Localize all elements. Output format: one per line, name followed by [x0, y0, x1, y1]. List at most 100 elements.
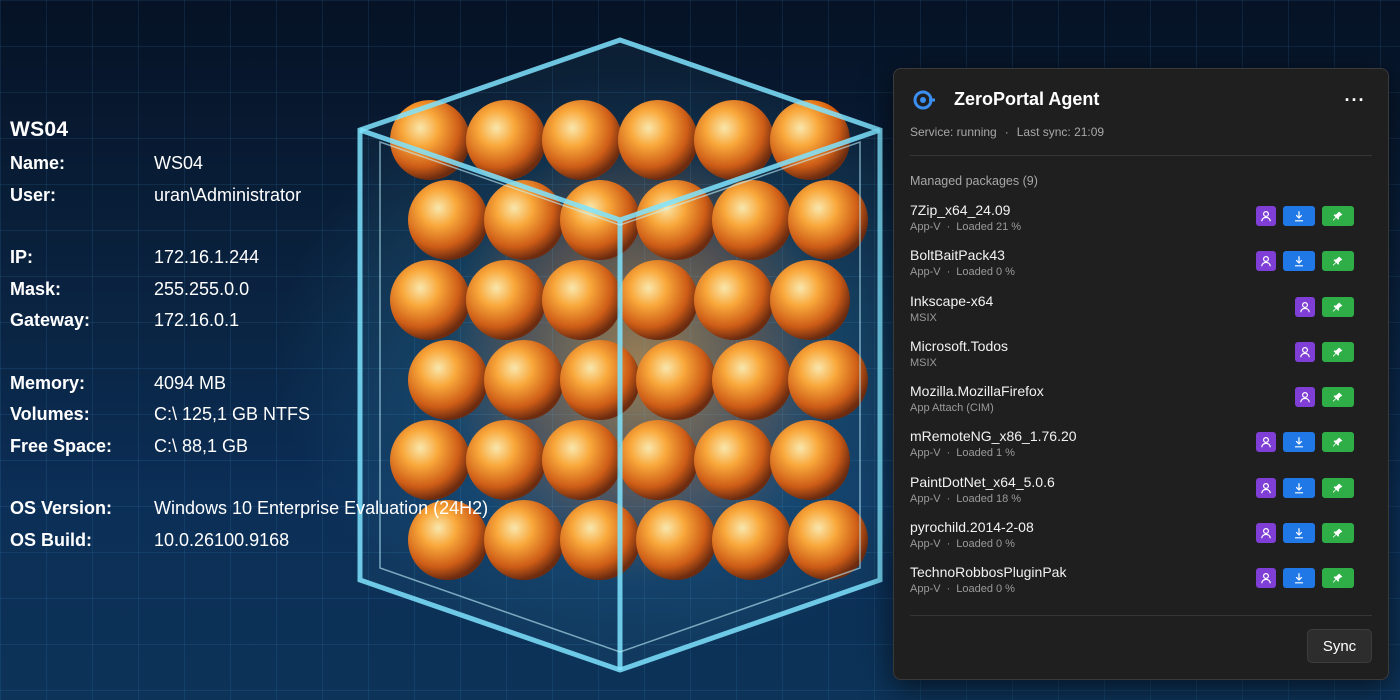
package-actions	[1256, 568, 1354, 589]
assign-user-button[interactable]	[1256, 206, 1276, 226]
package-type: MSIX	[910, 356, 937, 369]
bginfo-value: C:\ 88,1 GB	[154, 435, 249, 456]
assign-user-button[interactable]	[1256, 251, 1276, 272]
package-load-status: Loaded 0 %	[956, 538, 1015, 551]
pin-button[interactable]	[1322, 432, 1354, 453]
assign-user-button[interactable]	[1256, 523, 1276, 544]
bginfo-group-gap	[10, 211, 488, 242]
download-icon	[1295, 256, 1303, 267]
pin-icon	[1332, 573, 1343, 583]
bginfo-label: OS Build:	[10, 529, 92, 550]
bginfo-row: Free Space: C:\ 88,1 GB	[10, 431, 488, 463]
package-actions	[1295, 387, 1354, 408]
bginfo-label: OS Version:	[10, 498, 113, 519]
package-row[interactable]: Mozilla.MozillaFirefox App Attach (CIM)	[894, 377, 1388, 422]
bginfo-row: IP: 172.16.1.244	[10, 242, 488, 274]
package-row[interactable]: pyrochild.2014-2-08 App-V · Loaded 0 %	[894, 513, 1388, 558]
app-logo-icon	[913, 90, 935, 110]
assign-user-button[interactable]	[1256, 432, 1276, 453]
assign-user-button[interactable]	[1256, 477, 1276, 498]
assign-user-button[interactable]	[1256, 568, 1276, 589]
bginfo-value: WS04	[154, 153, 204, 174]
pin-button[interactable]	[1322, 477, 1354, 498]
pin-button[interactable]	[1322, 568, 1354, 589]
download-button[interactable]	[1283, 432, 1315, 453]
download-icon	[1295, 528, 1303, 539]
download-button[interactable]	[1283, 206, 1315, 226]
pin-button[interactable]	[1322, 296, 1354, 317]
pin-icon	[1332, 211, 1343, 221]
package-row[interactable]: 7Zip_x64_24.09 App-V · Loaded 21 %	[894, 196, 1388, 241]
pin-button[interactable]	[1322, 387, 1354, 408]
service-status-line: Service: running · Last sync: 21:09	[910, 125, 1104, 139]
meta-separator: ·	[946, 266, 951, 279]
footer-divider	[910, 615, 1372, 616]
zeroportal-agent-panel: ZeroPortal Agent ··· Service: running · …	[893, 68, 1389, 680]
meta-separator: ·	[946, 221, 951, 233]
package-meta: App-V · Loaded 0 %	[910, 583, 1015, 595]
bginfo-value: uran\Administrator	[154, 184, 302, 205]
assign-user-icon	[1261, 256, 1271, 267]
pin-button[interactable]	[1322, 206, 1354, 226]
bginfo-value: 4094 MB	[154, 372, 227, 393]
assign-user-icon	[1300, 346, 1310, 358]
bginfo-label: IP:	[10, 247, 34, 268]
pin-icon	[1332, 392, 1343, 402]
bginfo-row: Memory: 4094 MB	[10, 368, 488, 400]
bginfo-label: Volumes:	[10, 404, 90, 425]
assign-user-button[interactable]	[1295, 341, 1315, 362]
bginfo-row: Name: WS04	[10, 148, 488, 180]
bginfo-row: Gateway: 172.16.0.1	[10, 305, 488, 337]
download-button[interactable]	[1283, 477, 1315, 498]
sync-button[interactable]: Sync	[1307, 629, 1372, 663]
package-name: Mozilla.MozillaFirefox	[910, 383, 1044, 400]
package-name: Microsoft.Todos	[910, 337, 1009, 354]
package-type: App-V	[910, 221, 941, 233]
more-options-button[interactable]: ···	[1340, 85, 1370, 115]
pin-button[interactable]	[1322, 523, 1354, 544]
assign-user-icon	[1300, 301, 1310, 312]
package-actions	[1256, 206, 1354, 226]
package-row[interactable]: BoltBaitPack43 App-V · Loaded 0 %	[894, 241, 1388, 286]
download-icon	[1295, 211, 1303, 222]
assign-user-button[interactable]	[1295, 296, 1315, 317]
package-row[interactable]: PaintDotNet_x64_5.0.6 App-V · Loaded 18 %	[894, 468, 1388, 513]
bginfo-overlay: WS04 Name: WS04 User: uran\Administrator IP:…	[10, 118, 488, 556]
package-actions	[1256, 432, 1354, 453]
meta-separator: ·	[946, 538, 951, 551]
package-row[interactable]: TechnoRobbosPluginPak App-V · Loaded 0 %	[894, 558, 1388, 603]
bginfo-hostname: WS04	[10, 118, 69, 141]
package-type: App-V	[910, 266, 941, 279]
status-separator: ·	[1004, 125, 1009, 139]
bginfo-value: C:\ 125,1 GB NTFS	[154, 404, 311, 425]
package-row[interactable]: mRemoteNG_x86_1.76.20 App-V · Loaded 1 %	[894, 422, 1388, 467]
package-row[interactable]: Inkscape-x64 MSIX	[894, 287, 1388, 332]
download-button[interactable]	[1283, 568, 1315, 589]
package-type: App-V	[910, 492, 941, 505]
assign-user-button[interactable]	[1295, 387, 1315, 408]
download-button[interactable]	[1283, 251, 1315, 272]
package-meta: App Attach (CIM)	[910, 402, 994, 414]
package-meta: App-V · Loaded 18 %	[910, 493, 1021, 505]
pin-button[interactable]	[1322, 341, 1354, 362]
pin-button[interactable]	[1322, 251, 1354, 272]
package-type: MSIX	[910, 311, 937, 324]
desktop-wallpaper: WS04 Name: WS04 User: uran\Administrator IP:…	[0, 0, 1400, 700]
package-type: App Attach (CIM)	[910, 402, 994, 415]
package-actions	[1256, 477, 1354, 498]
download-icon	[1295, 482, 1303, 494]
bginfo-row: User: uran\Administrator	[10, 180, 488, 212]
bginfo-value: 10.0.26100.9168	[154, 529, 290, 550]
assign-user-icon	[1300, 392, 1310, 403]
managed-packages-label: Managed packages (9)	[910, 174, 1038, 188]
header-divider	[910, 155, 1372, 156]
package-meta: App-V · Loaded 21 %	[910, 221, 1021, 233]
package-name: BoltBaitPack43	[910, 247, 1005, 264]
package-row[interactable]: Microsoft.Todos MSIX	[894, 332, 1388, 377]
meta-separator: ·	[946, 492, 951, 505]
assign-user-icon	[1261, 437, 1271, 448]
download-button[interactable]	[1283, 523, 1315, 544]
pin-icon	[1332, 256, 1343, 266]
package-load-status: Loaded 0 %	[956, 266, 1015, 279]
download-icon	[1295, 573, 1303, 584]
